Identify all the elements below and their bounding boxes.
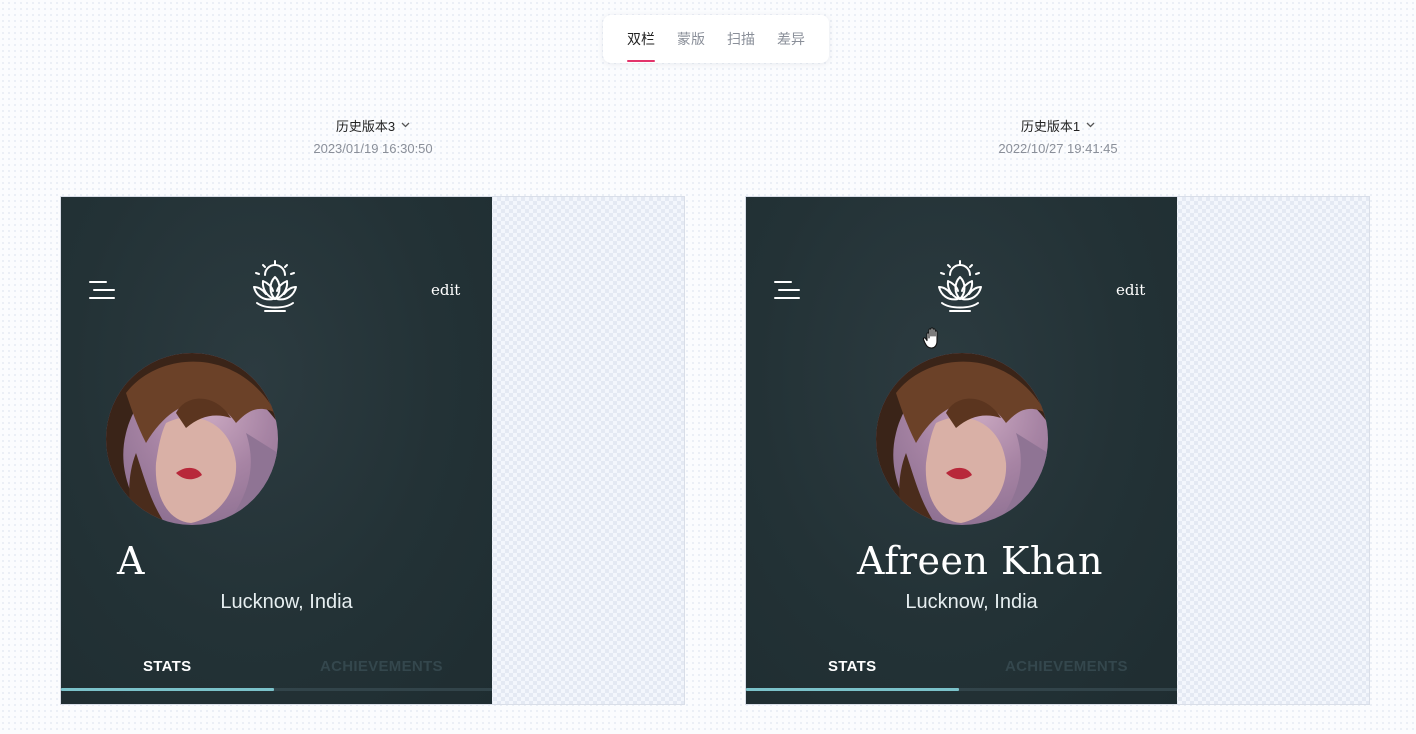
right-preview-panel: edit Afreen Khan Lucknow, India STATS AC… [745, 196, 1370, 705]
profile-tabs: STATS ACHIEVEMENTS [61, 652, 492, 692]
profile-location: Lucknow, India [220, 591, 353, 613]
menu-icon[interactable] [89, 279, 117, 301]
profile-location: Lucknow, India [905, 591, 1038, 613]
tab-stats[interactable]: STATS [828, 658, 876, 675]
left-version-select[interactable]: 历史版本3 [336, 116, 410, 135]
tab-diff[interactable]: 差异 [766, 15, 816, 63]
tab-scan[interactable]: 扫描 [716, 15, 766, 63]
right-version-label: 历史版本1 [1020, 119, 1081, 134]
left-version-header: 历史版本3 2023/01/19 16:30:50 [223, 116, 523, 156]
lotus-logo-icon [253, 260, 297, 312]
lotus-logo-icon [938, 260, 982, 312]
left-preview-panel: edit A Lucknow, India STATS ACHIEVEMENTS [60, 196, 685, 705]
profile-app-screen: edit Afreen Khan Lucknow, India STATS AC… [746, 197, 1177, 704]
hand-cursor-icon [922, 327, 938, 349]
tab-overlay[interactable]: 蒙版 [666, 15, 716, 63]
tab-achievements[interactable]: ACHIEVEMENTS [1005, 658, 1128, 675]
tab-indicator [746, 688, 959, 691]
right-version-select[interactable]: 历史版本1 [1021, 116, 1095, 135]
profile-name: A [117, 539, 145, 583]
tab-side-by-side[interactable]: 双栏 [616, 15, 666, 63]
left-version-timestamp: 2023/01/19 16:30:50 [313, 141, 433, 156]
menu-icon[interactable] [774, 279, 802, 301]
profile-app-screen: edit A Lucknow, India STATS ACHIEVEMENTS [61, 197, 492, 704]
right-version-timestamp: 2022/10/27 19:41:45 [998, 141, 1118, 156]
right-version-header: 历史版本1 2022/10/27 19:41:45 [908, 116, 1208, 156]
edit-button[interactable]: edit [1116, 281, 1145, 299]
profile-tabs: STATS ACHIEVEMENTS [746, 652, 1177, 692]
edit-button[interactable]: edit [431, 281, 460, 299]
avatar [106, 353, 278, 525]
avatar [876, 353, 1048, 525]
profile-name: Afreen Khan [857, 539, 1104, 583]
tab-stats[interactable]: STATS [143, 658, 191, 675]
tab-indicator [61, 688, 274, 691]
tab-achievements[interactable]: ACHIEVEMENTS [320, 658, 443, 675]
chevron-down-icon [401, 120, 410, 130]
left-version-label: 历史版本3 [335, 119, 396, 134]
chevron-down-icon [1086, 120, 1095, 130]
compare-mode-tabs: 双栏 蒙版 扫描 差异 [603, 15, 829, 63]
